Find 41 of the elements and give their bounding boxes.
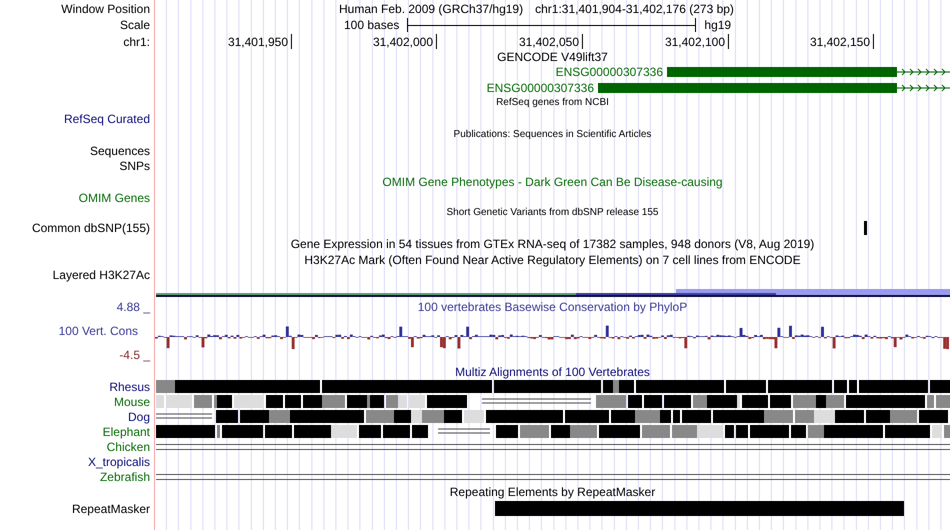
track-label[interactable]: Sequences: [90, 144, 150, 158]
track-label[interactable]: SNPs: [119, 158, 150, 172]
track-label[interactable]: RepeatMasker: [72, 502, 150, 516]
position-tick-label: 31,402,000: [372, 36, 433, 48]
gene-name[interactable]: ENSG00000307336: [556, 65, 663, 79]
track-title: GENCODE V49lift37: [497, 51, 608, 63]
species-label[interactable]: X_tropicalis: [88, 454, 150, 468]
track-title: Repeating Elements by RepeatMasker: [450, 486, 656, 498]
species-label[interactable]: Elephant: [102, 424, 150, 438]
scale-length: 100 bases: [344, 19, 400, 31]
track-label[interactable]: Common dbSNP(155): [32, 221, 150, 235]
track-label[interactable]: 100 Vert. Cons: [58, 324, 138, 338]
position-tick-label: 31,402,100: [664, 36, 725, 48]
track-label[interactable]: RefSeq Curated: [64, 112, 150, 126]
track-title: RefSeq genes from NCBI: [496, 98, 609, 108]
position-tick-label: 31,401,950: [228, 36, 288, 48]
track-title: Gene Expression in 54 tissues from GTEx RNA-seq of 17382 samples, 948 donors (V8, Aug 2019): [290, 238, 814, 250]
row-label: Scale: [120, 18, 150, 32]
position-range: chr1:31,401,904-31,402,176 (273 bp): [535, 2, 734, 14]
track-title: Multiz Alignments of 100 Vertebrates: [455, 366, 650, 378]
gene-name[interactable]: ENSG00000307336: [486, 81, 594, 95]
axis-max-label: 4.88 _: [116, 300, 150, 314]
scale-assembly: hg19: [704, 19, 732, 31]
species-label[interactable]: Mouse: [114, 394, 150, 408]
row-label: Window Position: [61, 2, 150, 16]
track-label[interactable]: Layered H3K27Ac: [52, 268, 150, 282]
track-title: Publications: Sequences in Scientific Articles: [454, 130, 652, 140]
position-tick-label: 31,402,050: [518, 36, 579, 48]
species-label[interactable]: Dog: [128, 410, 150, 424]
species-label[interactable]: Zebrafish: [100, 470, 150, 484]
track-title: Short Genetic Variants from dbSNP release 155: [446, 208, 658, 218]
species-label[interactable]: Rhesus: [109, 380, 150, 394]
track-title: H3K27Ac Mark (Often Found Near Active Regulatory Elements) on 7 cell lines from ENCODE: [304, 254, 801, 266]
track-label[interactable]: OMIM Genes: [78, 191, 150, 205]
assembly-name: Human Feb. 2009 (GRCh37/hg19): [339, 2, 524, 14]
track-title: 100 vertebrates Basewise Conservation by PhyloP: [416, 299, 688, 314]
row-label: chr1:: [123, 34, 150, 48]
track-title: OMIM Gene Phenotypes - Dark Green Can Be Disease-causing: [382, 176, 723, 188]
position-tick-label: 31,402,150: [810, 36, 870, 48]
species-label[interactable]: Chicken: [106, 440, 150, 454]
axis-min-label: -4.5 _: [119, 348, 150, 362]
